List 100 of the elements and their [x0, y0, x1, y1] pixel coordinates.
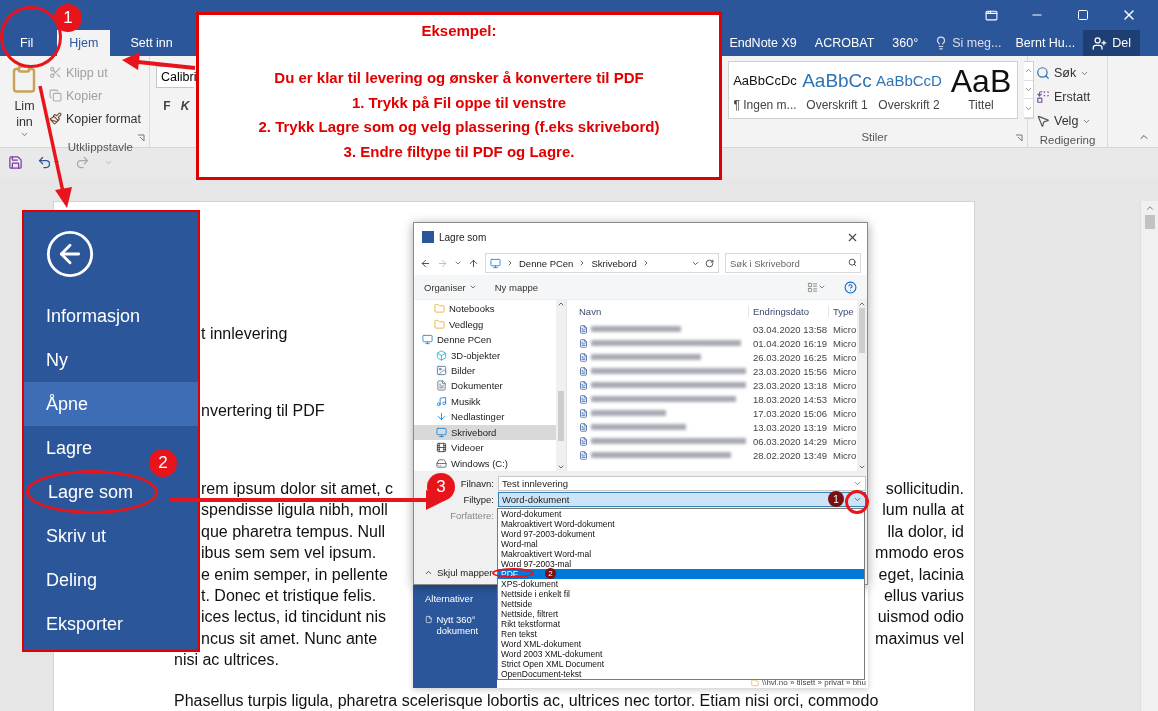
recent-button[interactable] — [454, 259, 462, 267]
style-item[interactable]: AaBbCcD Overskrift 2 — [873, 62, 945, 118]
file-menu-item[interactable]: Eksporter — [24, 602, 198, 646]
filetype-option[interactable]: Ren tekst — [498, 629, 540, 639]
paragraph-text: sollicitudin. — [885, 479, 964, 500]
file-menu-item[interactable]: Åpne — [24, 382, 198, 426]
dialog-launcher-icon[interactable] — [137, 134, 145, 142]
date-cell-text: 23.03.2020 13:18 — [752, 379, 828, 391]
options-link[interactable]: Alternativer — [425, 593, 474, 604]
filetype-option[interactable]: Makroaktivert Word-dokument — [498, 519, 618, 529]
nav-item[interactable]: Notebooks — [414, 301, 556, 317]
filetype-option[interactable]: Word-dokument — [498, 509, 565, 519]
type-cell-text: Micro — [832, 407, 857, 419]
field-label: Filtype: — [463, 494, 494, 505]
format-button[interactable]: F — [160, 96, 174, 116]
filetype-option[interactable]: Rikt tekstformat — [498, 619, 564, 629]
back-button[interactable] — [420, 257, 431, 269]
down-arrow-icon — [436, 411, 447, 423]
back-button[interactable] — [44, 228, 96, 280]
ribbon-tab[interactable]: Fil — [0, 30, 54, 56]
hide-folders-button[interactable]: Skjul mapper — [424, 567, 493, 578]
column-header[interactable]: Navn — [567, 305, 749, 317]
editing-button[interactable]: Erstatt — [1034, 86, 1101, 108]
style-item[interactable]: AaBbCc Overskrift 1 — [801, 62, 873, 118]
editing-button[interactable]: Søk — [1034, 62, 1101, 84]
group-title: Stiler — [861, 130, 888, 145]
column-header[interactable]: Endringsdato — [749, 305, 829, 317]
search-field[interactable]: Søk i Skrivebord — [725, 253, 861, 273]
chevron-down-icon — [557, 463, 565, 471]
computer-icon — [422, 334, 433, 346]
view-options-button[interactable] — [807, 281, 826, 293]
word-icon — [422, 231, 434, 243]
ribbon-tab[interactable]: Hjem — [57, 30, 111, 56]
refresh-icon[interactable] — [705, 258, 714, 268]
editing-button[interactable]: Velg — [1034, 110, 1101, 132]
tell-me-field[interactable]: Si meg... — [928, 30, 1008, 56]
film-icon — [436, 442, 447, 454]
nav-item[interactable]: Dokumenter — [414, 378, 556, 394]
file-menu-item[interactable]: Skriv ut — [24, 514, 198, 558]
new-folder-button[interactable]: Ny mappe — [494, 281, 539, 293]
new-document-button[interactable]: Nytt 360° dokument — [425, 614, 493, 636]
help-button[interactable] — [844, 280, 857, 294]
search-icon — [1036, 66, 1050, 80]
format-button[interactable]: K — [178, 96, 192, 116]
file-menu-item[interactable]: Deling — [24, 558, 198, 602]
dialog-launcher-icon[interactable] — [1015, 134, 1023, 142]
undo-icon — [37, 155, 52, 171]
filetype-option[interactable]: OpenDocument-tekst — [498, 669, 585, 679]
filetype-option[interactable]: Nettside i enkelt fil — [498, 589, 573, 599]
paragraph-text: Phasellus turpis ligula, pharetra scelerisque lobortis ac, ultrices nec tortor. Etiam nisi orci, commodo — [174, 690, 879, 711]
organize-button[interactable]: Organiser — [424, 281, 477, 293]
filetype-option[interactable]: Word 2003 XML-dokument — [498, 649, 606, 659]
filetype-option[interactable]: Nettside, filtrert — [498, 609, 562, 619]
ribbon-tab[interactable]: Sett inn — [118, 30, 185, 56]
save-button[interactable] — [8, 155, 23, 171]
share-button[interactable]: Del — [1083, 30, 1140, 56]
nav-item[interactable]: Vedlegg — [414, 316, 556, 332]
music-note-icon — [436, 395, 447, 407]
nav-item[interactable]: Bilder — [414, 362, 556, 379]
nav-item[interactable]: Denne PCen — [414, 331, 556, 348]
caret-icon — [468, 283, 477, 291]
user-name[interactable]: Bernt Hu... — [1007, 30, 1084, 56]
clipboard-action[interactable]: Kopier format — [46, 108, 143, 129]
nav-item[interactable]: Videoer — [414, 440, 556, 456]
nav-item[interactable]: Nedlastinger — [414, 409, 556, 425]
up-button[interactable] — [468, 257, 479, 269]
nav-item[interactable]: Musikk — [414, 393, 556, 410]
word-file-icon — [579, 450, 588, 460]
filename-field[interactable]: Test innlevering — [498, 476, 866, 491]
type-cell-text: Micro — [832, 421, 857, 433]
nav-item[interactable]: Skrivebord — [414, 424, 556, 441]
scrollbar-thumb[interactable] — [1144, 215, 1155, 230]
redo-button[interactable] — [75, 155, 90, 171]
scrollbar[interactable] — [857, 300, 867, 471]
filetype-option[interactable]: Word 97-2003-dokument — [498, 529, 598, 539]
file-menu-item[interactable]: Informasjon — [24, 294, 198, 338]
scrollbar[interactable] — [556, 300, 566, 471]
file-menu-item[interactable]: Ny — [24, 338, 198, 382]
filetype-option[interactable]: XPS-dokument — [498, 579, 562, 589]
nav-item[interactable]: 3D-objekter — [414, 347, 556, 363]
address-bar[interactable]: Denne PCen Skrivebord — [485, 253, 719, 273]
path-crumb[interactable]: Skrivebord — [591, 257, 637, 269]
column-header[interactable]: Type — [829, 305, 853, 317]
filetype-option[interactable]: Strict Open XML Document — [498, 659, 608, 669]
chevron-right-icon — [506, 259, 514, 267]
date-cell-text: 03.04.2020 13:58 — [752, 323, 828, 335]
path-crumb[interactable]: Denne PCen — [519, 257, 574, 269]
caret-icon — [818, 283, 826, 291]
style-item[interactable]: AaB Tittel — [945, 62, 1017, 118]
style-item[interactable]: AaBbCcDc ¶ Ingen m... — [729, 62, 801, 118]
ribbon-tab[interactable]: EndNote X9 — [721, 30, 805, 56]
nav-item[interactable]: Windows (C:) — [414, 455, 556, 471]
filetype-option[interactable]: Word XML-dokument — [498, 639, 585, 649]
filetype-option[interactable]: Word-mal — [498, 539, 541, 549]
ribbon-tab[interactable]: 360° — [884, 30, 927, 56]
ribbon-tab[interactable]: ACROBAT — [806, 30, 883, 56]
vertical-scrollbar[interactable] — [1140, 201, 1158, 711]
undo-button[interactable] — [37, 155, 61, 171]
paste-button[interactable]: Lim inn — [6, 60, 43, 139]
search-icon — [848, 258, 857, 267]
